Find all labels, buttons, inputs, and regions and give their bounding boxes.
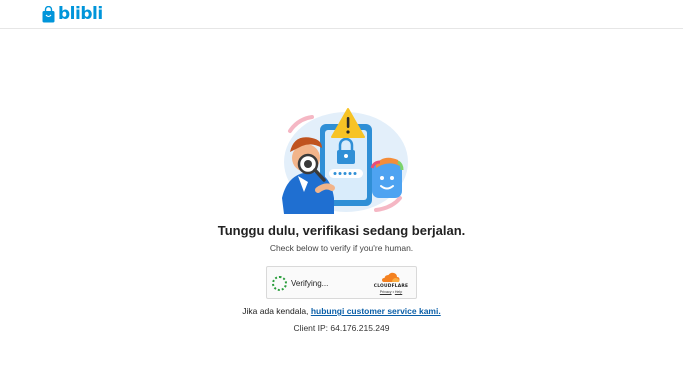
verifying-status: Verifying... [291,279,329,288]
customer-service-link[interactable]: hubungi customer service kami. [311,306,441,316]
verification-illustration-graphic [282,108,408,214]
help-link[interactable]: Help [395,290,402,294]
page-subtitle: Check below to verify if you're human. [269,243,414,253]
shopping-bag-icon [42,5,55,22]
cloudflare-wordmark: CLOUDFLARE [373,284,409,289]
cloudflare-cloud-icon [382,272,400,282]
turnstile-widget[interactable]: Verifying... CLOUDFLARE Privacy • Help [266,266,417,299]
page-title: Tunggu dulu, verifikasi sedang berjalan. [217,223,466,238]
verification-illustration [268,106,416,218]
blibli-logo[interactable]: blibli [42,5,103,23]
top-header: blibli [0,0,683,29]
privacy-link[interactable]: Privacy [380,290,392,294]
cloudflare-links: Privacy • Help [371,290,411,294]
links-separator: • [392,290,394,294]
cloudflare-branding: CLOUDFLARE Privacy • Help [371,272,411,296]
help-text: Jika ada kendala, hubungi customer servi… [0,306,683,316]
loading-spinner-icon [272,276,287,291]
help-prefix: Jika ada kendala, [242,306,309,316]
client-ip: Client IP: 64.176.215.249 [293,323,390,333]
brand-name: blibli [58,4,103,24]
